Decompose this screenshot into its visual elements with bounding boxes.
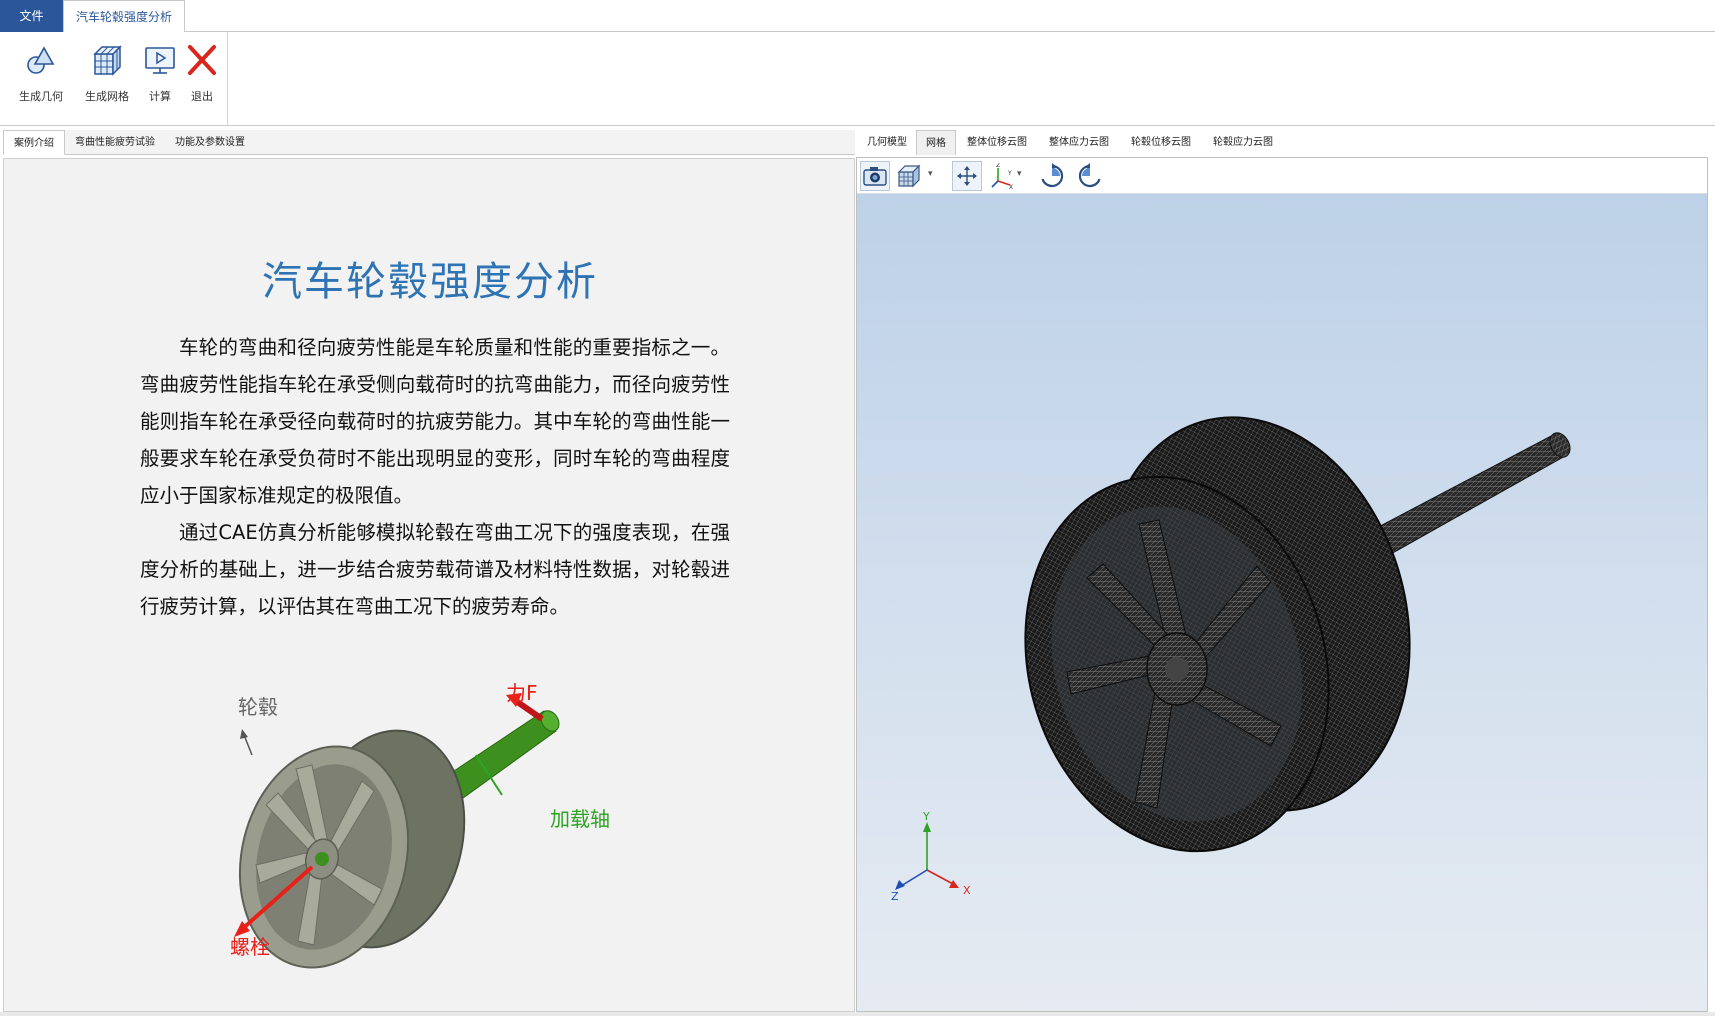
ribbon-group-main: 生成几何 生成网格 计算 退出 <box>0 32 228 125</box>
tab-overall-displacement[interactable]: 整体位移云图 <box>958 130 1036 155</box>
tab-geometry-model[interactable]: 几何模型 <box>858 130 916 155</box>
doc-paragraph-2: 通过CAE仿真分析能够模拟轮毂在弯曲工况下的强度表现，在强度分析的基础上，进一步… <box>140 521 730 618</box>
tab-overall-stress[interactable]: 整体应力云图 <box>1040 130 1118 155</box>
menu-tab-file[interactable]: 文件 <box>0 0 63 32</box>
tab-mesh[interactable]: 网格 <box>916 130 956 155</box>
screenshot-button[interactable] <box>860 161 890 191</box>
3d-viewport[interactable]: Y X Z <box>857 194 1707 1011</box>
exit-label: 退出 <box>191 90 213 103</box>
label-shaft: 加载轴 <box>550 807 610 831</box>
axis-y-label: Y <box>922 810 930 823</box>
view-style-button[interactable] <box>895 161 925 191</box>
label-bolt: 螺栓 <box>230 935 270 959</box>
doc-paragraph-1: 车轮的弯曲和径向疲劳性能是车轮质量和性能的重要指标之一。弯曲疲劳性能指车轮在承受… <box>140 336 730 507</box>
axis-z-label: Z <box>891 890 899 903</box>
tab-case-intro[interactable]: 案例介绍 <box>3 130 65 155</box>
rotate-ccw-icon <box>1078 163 1101 188</box>
axis-triad: Y X Z <box>891 810 971 903</box>
mesh-icon <box>93 45 122 76</box>
generate-geometry-button[interactable]: 生成几何 <box>12 42 70 112</box>
chevron-down-icon[interactable]: ▾ <box>928 169 933 179</box>
viewer-toolbar: ▾ Z Y X ▾ <box>857 158 1707 194</box>
tab-function-parameter-settings[interactable]: 功能及参数设置 <box>165 130 255 155</box>
menu-bar: 文件 汽车轮毂强度分析 <box>0 0 1715 33</box>
mesh-model-render: Y X Z <box>891 416 1571 903</box>
exit-button[interactable]: 退出 <box>184 42 220 112</box>
left-tab-bar: 案例介绍 弯曲性能疲劳试验 功能及参数设置 <box>3 130 855 155</box>
fit-view-button[interactable] <box>952 161 982 191</box>
compute-label: 计算 <box>149 90 171 103</box>
fit-view-icon <box>957 166 977 186</box>
camera-icon <box>863 167 887 186</box>
wheel-illustration: 轮毂 力F 加载轴 螺栓 <box>204 669 644 969</box>
compute-icon <box>145 47 175 74</box>
label-hub: 轮毂 <box>238 695 278 719</box>
axis-x-label: X <box>963 884 971 897</box>
tab-hub-displacement[interactable]: 轮毂位移云图 <box>1122 130 1200 155</box>
right-tab-bar: 几何模型 网格 整体位移云图 整体应力云图 轮毂位移云图 轮毂应力云图 <box>858 130 1708 155</box>
axis-orientation-icon: Z Y X <box>991 163 1013 189</box>
page-title: 汽车轮毂强度分析 <box>262 259 598 305</box>
geometry-icon <box>27 46 55 74</box>
exit-icon <box>188 45 216 75</box>
rotate-cw-button[interactable] <box>1037 161 1067 191</box>
rotate-ccw-button[interactable] <box>1075 161 1105 191</box>
svg-text:X: X <box>1009 184 1013 189</box>
generate-geometry-label: 生成几何 <box>19 90 63 103</box>
axis-orientation-button[interactable]: Z Y X <box>988 161 1018 191</box>
label-force: 力F <box>506 681 538 705</box>
doc-body: 车轮的弯曲和径向疲劳性能是车轮质量和性能的重要指标之一。弯曲疲劳性能指车轮在承受… <box>140 329 730 625</box>
rotate-cw-icon <box>1041 163 1064 188</box>
ribbon: 生成几何 生成网格 计算 退出 <box>0 32 1715 126</box>
bottom-scroll-strip <box>0 1012 1715 1016</box>
tab-bending-fatigue-test[interactable]: 弯曲性能疲劳试验 <box>65 130 165 155</box>
view-cube-icon <box>897 164 921 188</box>
generate-mesh-label: 生成网格 <box>85 90 129 103</box>
case-intro-panel: 汽车轮毂强度分析 车轮的弯曲和径向疲劳性能是车轮质量和性能的重要指标之一。弯曲疲… <box>3 158 855 1012</box>
generate-mesh-button[interactable]: 生成网格 <box>78 42 136 112</box>
tab-hub-stress[interactable]: 轮毂应力云图 <box>1204 130 1282 155</box>
svg-text:Z: Z <box>996 163 1000 169</box>
compute-button[interactable]: 计算 <box>142 42 178 112</box>
mesh-viewer: ▾ Z Y X ▾ Y X Z <box>856 157 1708 1012</box>
axis-chevron-down-icon[interactable]: ▾ <box>1017 169 1022 179</box>
svg-text:Y: Y <box>1007 170 1012 177</box>
menu-tab-wheel-analysis[interactable]: 汽车轮毂强度分析 <box>63 0 185 33</box>
